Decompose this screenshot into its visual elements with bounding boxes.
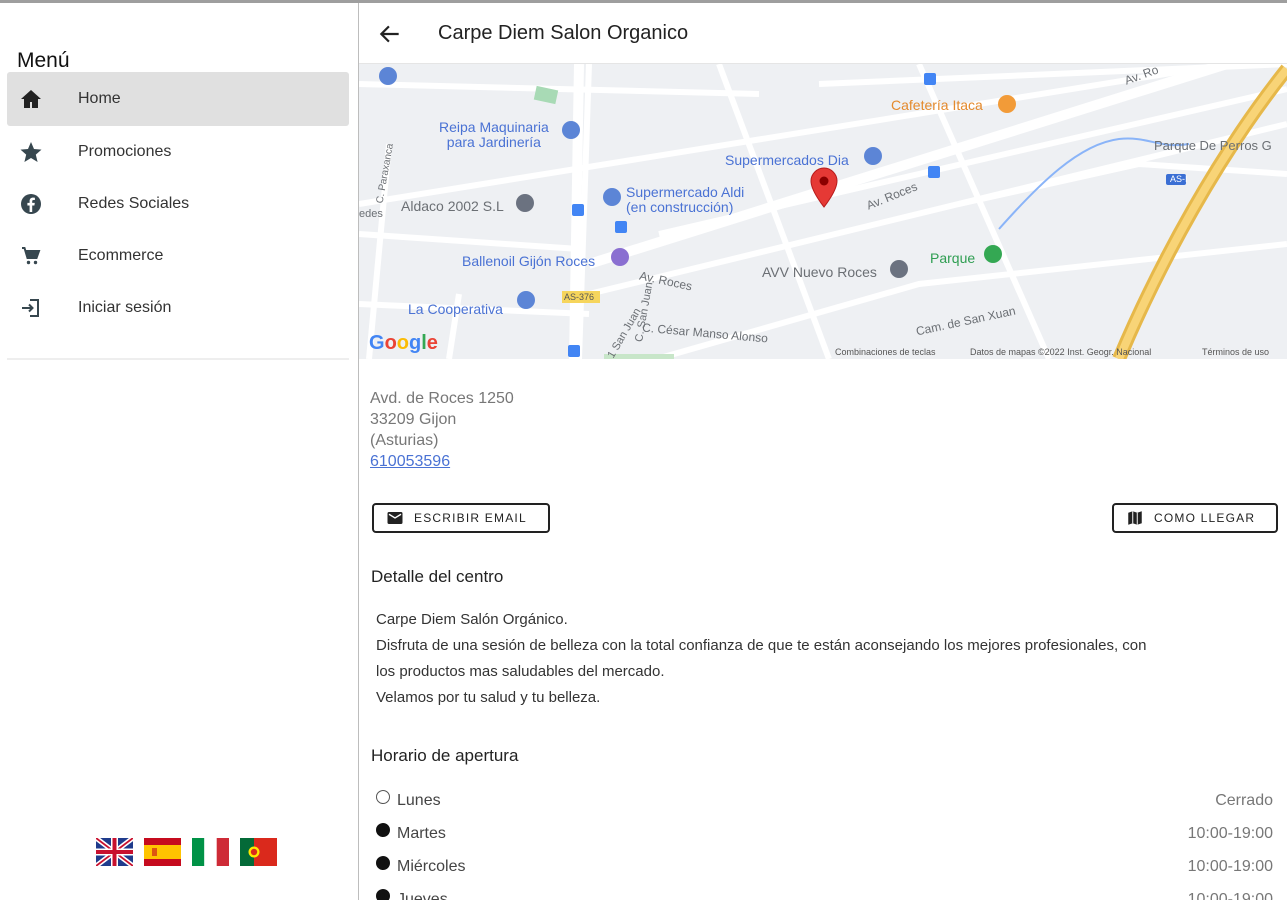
menu-list: Home Promociones Redes Sociales Ecommerc… [7, 72, 349, 334]
hours-row: Lunes Cerrado [376, 784, 1273, 817]
description-line: Disfruta de una sesión de belleza con la… [376, 637, 1147, 654]
map-label-road-ai: AS-I [1170, 174, 1188, 184]
day-status-indicator [376, 822, 390, 837]
app-header: Carpe Diem Salon Organico [359, 3, 1287, 64]
sidebar-item-promociones[interactable]: Promociones [7, 126, 349, 178]
language-flags [96, 838, 277, 866]
map-label-edes: edes [359, 208, 383, 220]
map-keyboard-shortcuts[interactable]: Combinaciones de teclas [835, 347, 936, 357]
day-hours: 10:00-19:00 [1187, 824, 1273, 842]
day-status-indicator [376, 789, 390, 804]
description-line: Carpe Diem Salón Orgánico. [376, 611, 568, 628]
description-line: los productos mas saludables del mercado… [376, 663, 665, 680]
map-data-credit: Datos de mapas ©2022 Inst. Geogr. Nacion… [970, 347, 1152, 357]
map-label-supermercados-dia: Supermercados Dia [725, 152, 849, 168]
sidebar-item-iniciar-sesion[interactable]: Iniciar sesión [7, 282, 349, 334]
description-line: Velamos por tu salud y tu belleza. [376, 689, 601, 706]
directions-button[interactable]: COMO LLEGAR [1112, 503, 1278, 533]
menu-divider [7, 358, 349, 360]
day-hours: 10:00-19:00 [1187, 890, 1273, 900]
day-name: Jueves [397, 890, 448, 900]
back-arrow-icon[interactable] [377, 21, 403, 47]
portugal-flag[interactable] [240, 838, 277, 866]
location-map[interactable]: Reipa Maquinaria para Jardinería Cafeter… [359, 64, 1287, 359]
day-status-indicator [376, 888, 390, 900]
day-hours: 10:00-19:00 [1187, 857, 1273, 875]
map-label-avv: AVV Nuevo Roces [762, 264, 877, 280]
menu-title: Menú [17, 49, 70, 72]
hours-row: Jueves 10:00-19:00 [376, 883, 1273, 900]
star-icon [7, 140, 55, 164]
day-hours: Cerrado [1215, 791, 1273, 809]
sidebar-item-label: Iniciar sesión [78, 299, 172, 316]
day-name: Miércoles [397, 857, 466, 875]
facebook-icon [7, 192, 55, 216]
phone-link[interactable]: 610053596 [370, 451, 514, 472]
spain-flag[interactable] [144, 838, 181, 866]
hours-row: Martes 10:00-19:00 [376, 817, 1273, 850]
page-title: Carpe Diem Salon Organico [438, 22, 689, 44]
write-email-label: ESCRIBIR EMAIL [414, 511, 527, 525]
address-line: Avd. de Roces 1250 [370, 390, 514, 407]
map-label-road-as: AS-376 [564, 292, 595, 302]
map-label-ballenoil: Ballenoil Gijón Roces [462, 253, 596, 269]
sidebar-item-label: Promociones [78, 143, 172, 160]
map-label-parque: Parque [930, 250, 976, 266]
address-line: 33209 Gijon [370, 411, 457, 428]
day-name: Martes [397, 824, 446, 842]
uk-flag[interactable] [96, 838, 133, 866]
write-email-button[interactable]: ESCRIBIR EMAIL [372, 503, 550, 533]
address-block: Avd. de Roces 1250 33209 Gijon (Asturias… [370, 388, 514, 472]
italy-flag[interactable] [192, 838, 229, 866]
login-icon [7, 296, 55, 320]
hours-row: Miércoles 10:00-19:00 [376, 850, 1273, 883]
day-status-indicator [376, 855, 390, 870]
cart-icon [7, 244, 55, 268]
day-name: Lunes [397, 791, 441, 809]
sidebar-item-redes-sociales[interactable]: Redes Sociales [7, 178, 349, 230]
sidebar-item-ecommerce[interactable]: Ecommerce [7, 230, 349, 282]
map-label-cooperativa: La Cooperativa [408, 301, 503, 317]
home-icon [7, 87, 55, 111]
sidebar-item-label: Redes Sociales [78, 195, 190, 212]
details-title: Detalle del centro [371, 567, 504, 586]
map-icon [1128, 511, 1142, 525]
hours-title: Horario de apertura [371, 746, 519, 765]
sidebar-item-home[interactable]: Home [7, 72, 349, 126]
map-label-reipa: Reipa Maquinaria para Jardinería [439, 119, 549, 150]
details-description: Carpe Diem Salón Orgánico. Disfruta de u… [376, 607, 1281, 711]
directions-label: COMO LLEGAR [1154, 511, 1256, 525]
google-logo: Google [369, 332, 438, 354]
opening-hours: Lunes Cerrado Martes 10:00-19:00 Miércol… [376, 784, 1273, 900]
sidebar-item-label: Ecommerce [78, 247, 164, 264]
map-terms-link[interactable]: Términos de uso [1202, 347, 1269, 357]
sidebar-item-label: Home [78, 90, 121, 107]
map-label-aldi: Supermercado Aldi (en construcción) [626, 184, 745, 215]
map-label-aldaco: Aldaco 2002 S.L [401, 198, 504, 214]
email-icon [387, 512, 403, 524]
map-label-parque-perros: Parque De Perros G [1154, 138, 1272, 153]
map-label-cafeteria: Cafetería Itaca [891, 97, 983, 113]
address-line: (Asturias) [370, 432, 439, 449]
